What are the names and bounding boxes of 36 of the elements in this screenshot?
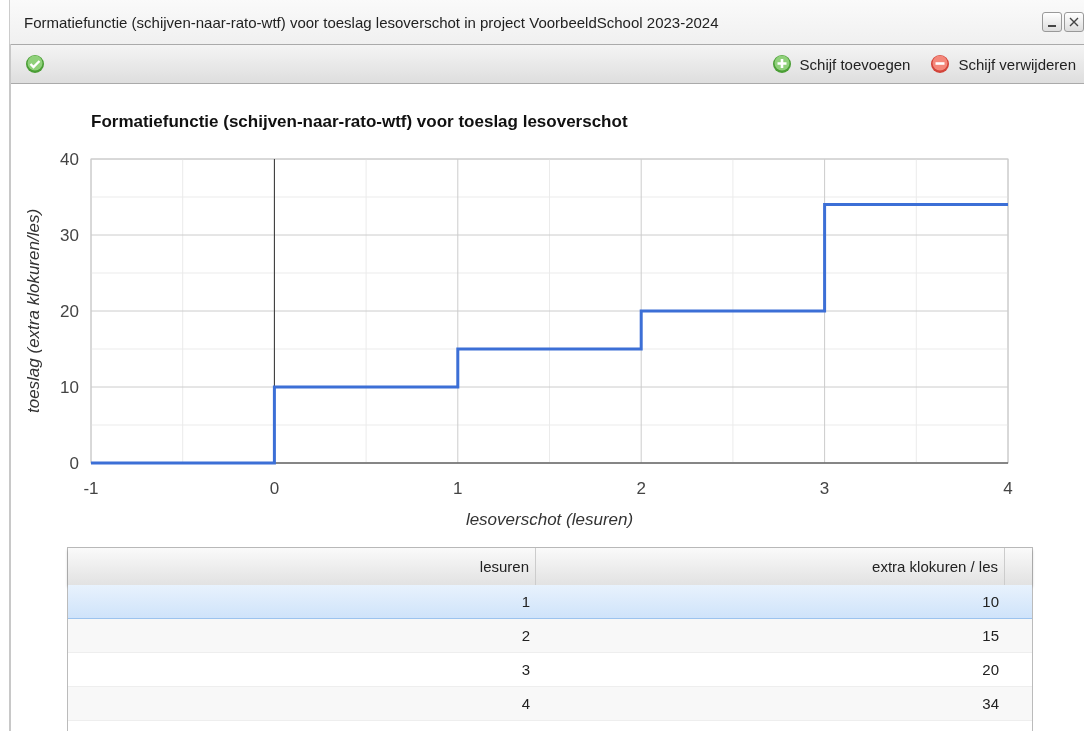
table-cell-text: 20 [981,660,1000,680]
x-axis-label: lesoverschot (lesuren) [465,510,634,529]
x-tick-label: 2 [636,479,646,498]
minimize-icon [1048,25,1056,27]
table-row[interactable]: 4 34 [68,687,1032,721]
x-tick-label: -1 [83,479,99,498]
y-tick-label: 0 [69,454,79,473]
table-cell-text: 1 [520,592,531,612]
y-tick-label: 10 [60,378,79,397]
window-title: Formatiefunctie (schijven-naar-rato-wtf) voor toeslag lesoverschot in project VoorbeeldSchool 2023-2024 [24,13,720,31]
remove-button[interactable]: Schijf verwijderen [930,54,1076,74]
close-icon [1069,17,1079,27]
check-icon [25,54,45,74]
table-cell-text: 10 [981,592,1000,612]
x-tick-label: 3 [819,479,830,498]
table-cell-text: 15 [981,626,1000,646]
table-cell-text: 3 [520,660,531,680]
table-cell-text: 34 [981,694,1000,714]
save-button[interactable] [25,54,45,74]
y-axis-label: toeslag (extra klokuren/les) [24,208,43,414]
table-row[interactable]: 1 10 [68,585,1032,619]
add-button[interactable]: Schijf toevoegen [771,54,911,74]
y-tick-label: 40 [60,150,79,169]
x-tick-label: 1 [453,479,463,498]
table-cell-text: 4 [520,694,531,714]
minus-icon [930,54,951,74]
y-tick-label: 20 [60,302,79,321]
y-tick-label: 30 [60,226,79,245]
table-cell-text: 2 [520,626,531,646]
close-button[interactable] [1064,12,1084,32]
plus-icon [771,54,792,74]
x-tick-label: 0 [269,479,280,498]
x-tick-label: 4 [1003,479,1013,498]
minimize-button[interactable] [1042,12,1062,32]
chart-title: Formatiefunctie (schijven-naar-rato-wtf) voor toeslag lesoverschot [91,112,628,131]
table-row[interactable]: 2 15 [68,619,1032,653]
